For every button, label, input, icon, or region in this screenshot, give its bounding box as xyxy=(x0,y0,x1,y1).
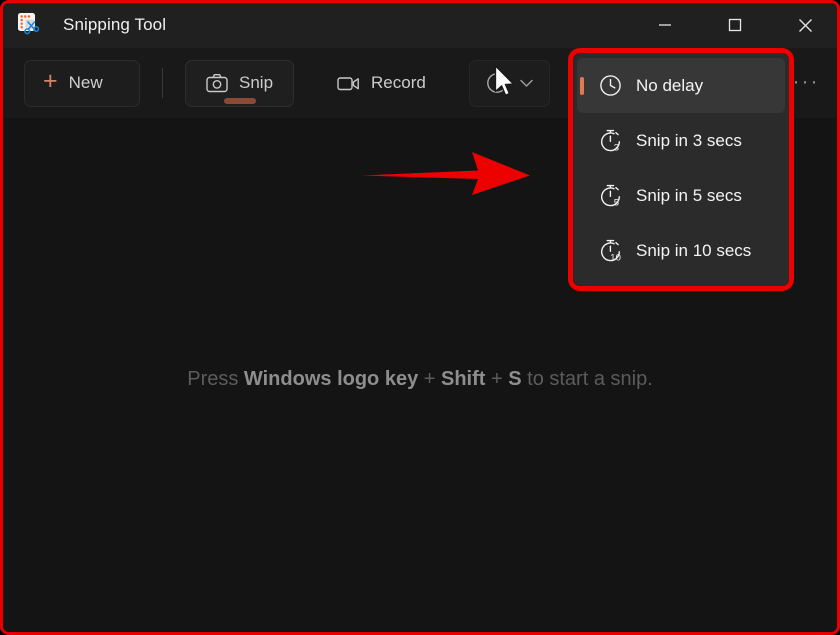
snipping-tool-icon xyxy=(16,12,42,38)
timer-digits-5: 5 xyxy=(614,197,619,207)
title-bar: Snipping Tool xyxy=(0,2,840,48)
hint-shift-key: Shift xyxy=(441,368,486,390)
video-camera-icon xyxy=(337,76,359,90)
chevron-down-icon xyxy=(520,79,533,87)
minimize-button[interactable] xyxy=(630,2,700,48)
maximize-icon xyxy=(728,18,742,32)
menu-item-snip-3-secs-label: Snip in 3 secs xyxy=(636,130,742,150)
menu-item-no-delay-label: No delay xyxy=(636,75,704,95)
maximize-button[interactable] xyxy=(700,2,770,48)
timer-digits-10: 10 xyxy=(610,252,621,262)
tab-record[interactable]: Record xyxy=(316,60,447,107)
window-title: Snipping Tool xyxy=(63,15,167,34)
menu-item-no-delay[interactable]: No delay xyxy=(577,58,785,113)
timer-digits-3: 3 xyxy=(614,142,619,152)
menu-item-snip-10-secs-label: Snip in 10 secs xyxy=(636,240,752,260)
camera-icon xyxy=(206,74,228,93)
red-arrow-annotation xyxy=(362,152,530,195)
menu-item-snip-10-secs[interactable]: 10 Snip in 10 secs xyxy=(577,223,785,278)
tab-record-label: Record xyxy=(371,73,426,92)
hint-prefix: Press xyxy=(187,368,244,390)
delay-menu-panel: No delay 3 Snip in 3 secs 5 Snip in 5 se… xyxy=(573,53,789,286)
delay-dropdown-menu: No delay 3 Snip in 3 secs 5 Snip in 5 se… xyxy=(568,48,794,291)
clock-icon xyxy=(600,75,621,96)
hint-suffix: to start a snip. xyxy=(521,368,653,390)
tab-snip-active-indicator xyxy=(223,97,256,104)
plus-icon: + xyxy=(43,67,58,95)
tab-snip-label: Snip xyxy=(239,73,274,92)
menu-item-snip-5-secs[interactable]: 5 Snip in 5 secs xyxy=(577,168,785,223)
clock-icon xyxy=(486,73,507,93)
hint-sep-1: + xyxy=(418,368,441,390)
menu-item-snip-5-secs-label: Snip in 5 secs xyxy=(636,185,742,205)
stopwatch-5-icon: 5 xyxy=(601,184,620,207)
minimize-icon xyxy=(659,24,671,26)
close-icon xyxy=(798,18,812,32)
hint-s-key: S xyxy=(508,368,522,390)
new-button[interactable]: + New xyxy=(24,59,140,107)
toolbar-divider xyxy=(162,68,163,98)
selected-indicator xyxy=(580,76,584,95)
keyboard-shortcut-hint: Press Windows logo key + Shift + S to st… xyxy=(0,368,840,391)
stopwatch-10-icon: 10 xyxy=(601,239,621,262)
hint-windows-key: Windows logo key xyxy=(243,368,419,390)
hint-sep-2: + xyxy=(485,368,509,390)
delay-dropdown-button[interactable] xyxy=(468,59,550,107)
close-button[interactable] xyxy=(770,2,840,48)
tab-snip[interactable]: Snip xyxy=(185,59,295,107)
snipping-tool-window: Snipping Tool + New Snip Record ··· Pres… xyxy=(0,0,840,635)
menu-item-snip-3-secs[interactable]: 3 Snip in 3 secs xyxy=(577,113,785,168)
stopwatch-3-icon: 3 xyxy=(601,129,620,152)
new-button-label: New xyxy=(68,73,103,92)
window-controls xyxy=(630,2,840,48)
